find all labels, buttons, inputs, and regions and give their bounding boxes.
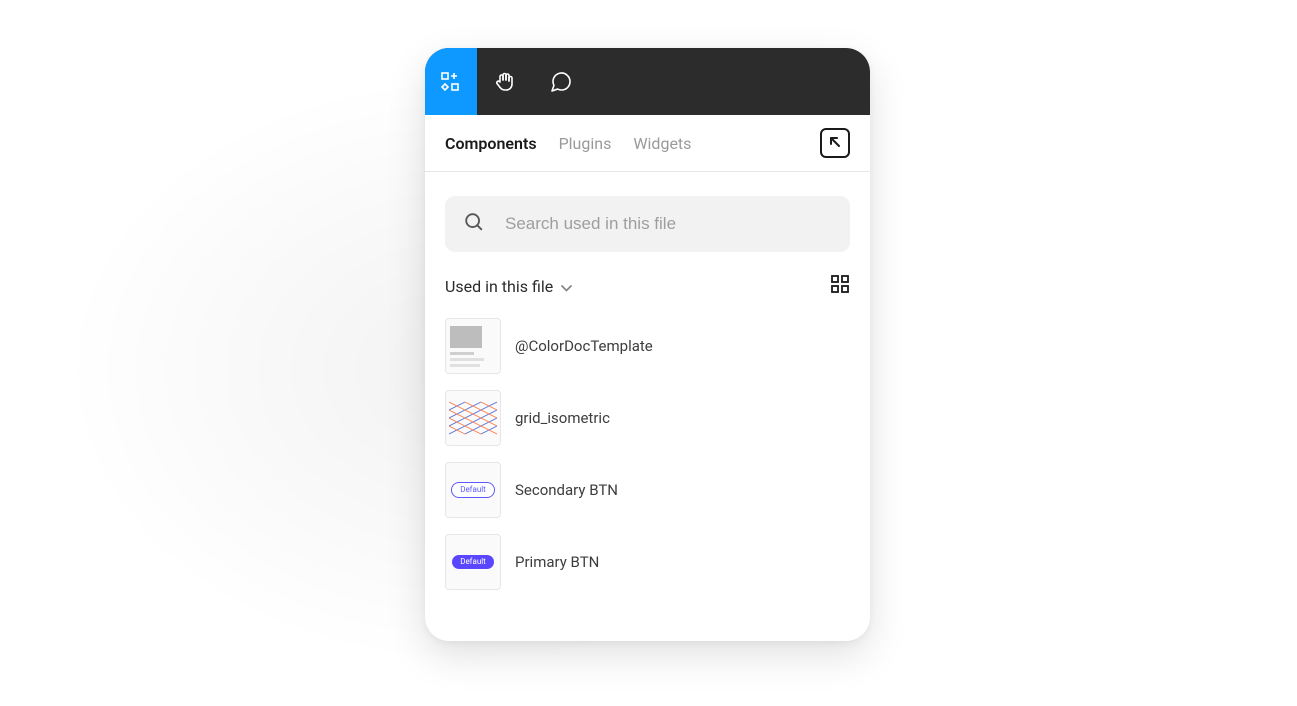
- component-item[interactable]: Default Primary BTN: [445, 532, 850, 592]
- tabs: Components Plugins Widgets: [445, 134, 820, 153]
- tab-widgets[interactable]: Widgets: [633, 134, 691, 153]
- component-item[interactable]: grid_isometric: [445, 388, 850, 448]
- component-name: grid_isometric: [515, 409, 610, 427]
- pill-filled-preview: Default: [452, 555, 494, 569]
- toolbar: [425, 48, 870, 115]
- component-item[interactable]: Default Secondary BTN: [445, 460, 850, 520]
- component-thumbnail: [445, 390, 501, 446]
- search-icon: [463, 211, 485, 237]
- search-wrap: [425, 172, 870, 252]
- comment-icon: [549, 70, 573, 94]
- component-name: @ColorDocTemplate: [515, 337, 653, 355]
- grid-view-icon: [830, 279, 850, 298]
- component-thumbnail: Default: [445, 534, 501, 590]
- component-name: Primary BTN: [515, 553, 599, 571]
- search-field[interactable]: [445, 196, 850, 252]
- filter-row: Used in this file: [425, 252, 870, 308]
- hand-tool[interactable]: [477, 48, 533, 115]
- search-input[interactable]: [503, 213, 832, 235]
- view-grid-toggle[interactable]: [830, 274, 850, 298]
- pop-out-button[interactable]: [820, 128, 850, 158]
- tabs-row: Components Plugins Widgets: [425, 115, 870, 172]
- hand-icon: [493, 70, 517, 94]
- pill-outline-preview: Default: [451, 482, 495, 498]
- shapes-icon: [440, 71, 462, 93]
- filter-dropdown[interactable]: Used in this file: [445, 277, 830, 296]
- pop-out-arrow-icon: [828, 134, 842, 153]
- tab-plugins[interactable]: Plugins: [559, 134, 612, 153]
- component-list: @ColorDocTemplate grid_isomet: [425, 308, 870, 612]
- resources-panel: Components Plugins Widgets: [425, 48, 870, 641]
- component-name: Secondary BTN: [515, 481, 618, 499]
- filter-label-text: Used in this file: [445, 277, 553, 296]
- component-item[interactable]: @ColorDocTemplate: [445, 316, 850, 376]
- chevron-down-icon: [561, 277, 572, 296]
- component-thumbnail: Default: [445, 462, 501, 518]
- component-thumbnail: [445, 318, 501, 374]
- comment-tool[interactable]: [533, 48, 589, 115]
- shapes-tool[interactable]: [425, 48, 477, 115]
- tab-components[interactable]: Components: [445, 134, 537, 153]
